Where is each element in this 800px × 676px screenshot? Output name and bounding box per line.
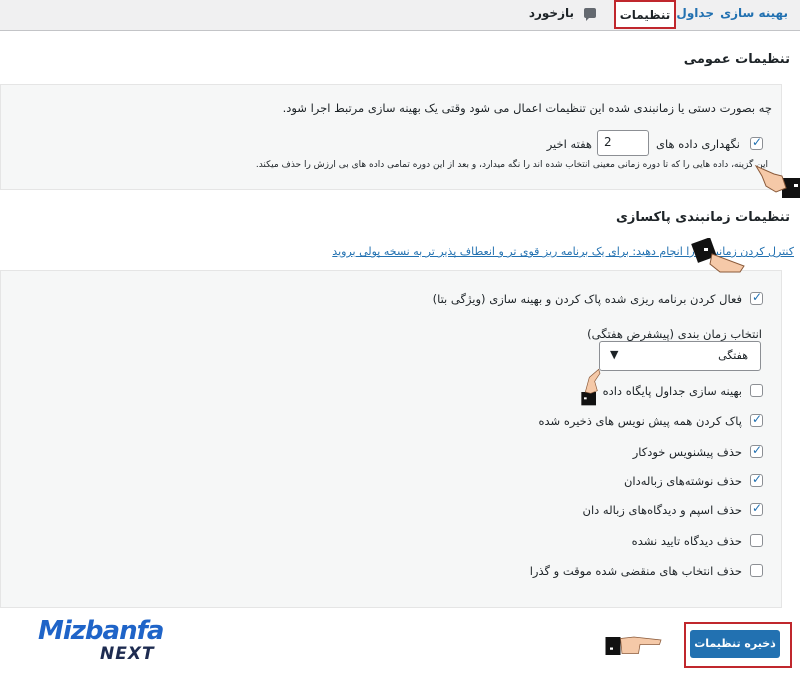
clean-spam-comments-checkbox[interactable] [750,501,763,516]
tab-feedback[interactable]: بازخورد [529,6,574,20]
interval-select[interactable]: هفتگی ▼ [599,341,761,371]
tab-tables[interactable]: جداول [676,6,714,20]
schedule-settings-title: تنظیمات زمانبندی پاکسازی [615,210,790,225]
feedback-icon [584,8,596,21]
interval-label: انتخاب زمان بندی (پیشفرض هفتگی) [587,327,762,341]
interval-selected-value: هفتگی [718,349,748,362]
keep-weeks-input[interactable]: 2 [597,130,649,156]
keep-weeks-unit: هفته اخیر [546,137,592,151]
pointing-hand-icon [691,238,745,273]
enable-schedule-label: فعال کردن برنامه ریزی شده پاک کردن و بهی… [432,292,742,306]
clean-trashed-posts-checkbox[interactable] [750,472,763,487]
general-description: چه بصورت دستی یا زمانبندی شده این تنظیما… [282,101,772,115]
clean-unapproved-comments-checkbox[interactable] [750,534,763,547]
pointing-hand-icon [605,636,662,655]
clean-autodrafts-checkbox[interactable] [750,443,763,458]
option-label: حذف انتخاب های منقضی شده موقت و گذرا [529,564,742,578]
mizbanfa-logo-next: NEXT [100,644,155,664]
schedule-settings-panel [0,270,782,608]
option-label: حذف اسپم و دیدگاه‌های زباله دان [582,503,742,517]
clean-revisions-checkbox[interactable] [750,412,763,427]
keep-data-help: این گزینه، داده هایی را که تا دوره زمانی… [255,160,768,170]
optimize-tables-checkbox[interactable] [750,384,763,397]
general-settings-title: تنظیمات عمومی [683,52,790,67]
nav-tab-bar: بهینه سازی جداول تنظیمات بازخورد [0,0,800,31]
clean-expired-transients-checkbox[interactable] [750,564,763,577]
chevron-down-icon: ▼ [610,348,619,361]
enable-schedule-checkbox[interactable] [750,290,763,305]
option-label: حذف نوشته‌های زباله‌دان [623,474,742,488]
pointing-hand-icon [581,368,601,406]
option-label: حذف دیدگاه تایید نشده [631,534,742,548]
tab-settings[interactable]: تنظیمات [614,0,676,29]
keep-data-label: نگهداری داده های [656,137,740,151]
save-settings-button[interactable]: ذخیره تنظیمات [690,630,780,658]
keep-data-checkbox[interactable] [750,135,763,150]
tab-optimizations[interactable]: بهینه سازی [720,6,788,20]
option-label: پاک کردن همه پیش نویس های ذخیره شده [538,414,742,428]
mizbanfa-logo: Mizbanfa [38,616,164,646]
pointing-hand-icon [754,164,800,198]
option-label: حذف پیشنویس خودکار [632,445,742,459]
